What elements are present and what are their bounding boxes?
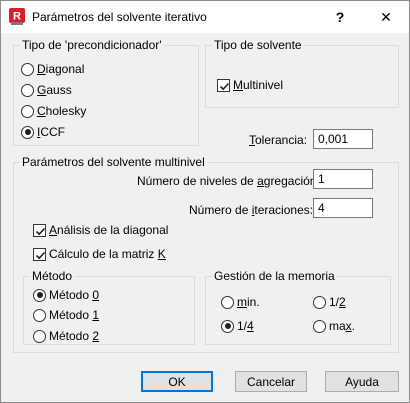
tolerancia-input[interactable]: 0,001: [313, 129, 373, 149]
metodo-legend: Método: [32, 269, 73, 283]
metodo-radio-2[interactable]: Método 2: [33, 329, 99, 343]
help-title-button[interactable]: ?: [317, 1, 363, 33]
precond-label-iccf: ICCF: [37, 125, 66, 139]
analisis-checkbox[interactable]: Análisis de la diagonal: [33, 223, 168, 237]
niveles-label: Número de niveles de agregación:: [137, 174, 320, 188]
dialog-window: R Parámetros del solvente iterativo ? ✕ …: [0, 0, 410, 403]
metodo-label-0: Método 0: [49, 288, 100, 302]
analisis-label: Análisis de la diagonal: [49, 223, 169, 237]
checkmark-icon: [35, 227, 46, 235]
memoria-radio-quarter[interactable]: 1/4: [221, 319, 254, 333]
metodo-label-2: Método 2: [49, 329, 100, 343]
multinivel-label: Multinivel: [233, 78, 284, 92]
memoria-radio-max[interactable]: max.: [313, 319, 355, 333]
memoria-label-quarter: 1/4: [237, 319, 254, 333]
metodo-radio-0[interactable]: Método 0: [33, 288, 99, 302]
precond-radio-iccf[interactable]: ICCF: [21, 125, 65, 139]
precond-label-gauss: Gauss: [37, 83, 72, 97]
multinivel-checkbox[interactable]: Multinivel: [217, 78, 283, 92]
radio-indicator: [33, 308, 46, 322]
radio-indicator: [21, 104, 34, 118]
checkbox-indicator: [33, 223, 46, 237]
solver-type-legend: Tipo de solvente: [214, 38, 302, 52]
solver-type-group: Tipo de solvente: [205, 38, 399, 108]
precond-label-diagonal: Diagonal: [37, 62, 85, 76]
close-button[interactable]: ✕: [363, 1, 409, 33]
niveles-input[interactable]: 1: [313, 169, 373, 189]
title-bar: R Parámetros del solvente iterativo ? ✕: [1, 1, 409, 33]
metodo-radio-1[interactable]: Método 1: [33, 308, 99, 322]
cancel-button[interactable]: Cancelar: [235, 371, 307, 392]
memoria-radio-half[interactable]: 1/2: [313, 295, 346, 309]
tolerancia-label: Tolerancia:: [249, 133, 308, 147]
calculo-checkbox[interactable]: Cálculo de la matriz K: [33, 247, 166, 261]
checkbox-indicator: [217, 78, 230, 92]
iteraciones-input[interactable]: 4: [313, 198, 373, 218]
precond-radio-cholesky[interactable]: Cholesky: [21, 104, 86, 118]
help-button[interactable]: Ayuda: [325, 371, 399, 392]
radio-indicator: [313, 319, 326, 333]
metodo-label-1: Método 1: [49, 308, 100, 322]
multinivel-params-legend: Parámetros del solvente multinivel: [22, 155, 205, 169]
radio-indicator: [33, 329, 46, 343]
radio-indicator-selected: [33, 288, 46, 302]
radio-indicator: [221, 295, 234, 309]
iteraciones-label: Número de iteraciones:: [189, 203, 314, 217]
memoria-label-half: 1/2: [329, 295, 346, 309]
radio-indicator-selected: [21, 125, 34, 139]
memoria-radio-min[interactable]: min.: [221, 295, 260, 309]
precond-radio-diagonal[interactable]: Diagonal: [21, 62, 84, 76]
memoria-legend: Gestión de la memoria: [214, 269, 335, 283]
memoria-label-min: min.: [237, 295, 260, 309]
radio-indicator-selected: [221, 319, 234, 333]
precond-legend: Tipo de 'precondicionador': [22, 38, 162, 52]
ok-button[interactable]: OK: [141, 371, 213, 392]
app-icon-letter: R: [13, 11, 21, 23]
checkmark-icon: [219, 82, 230, 90]
window-title: Parámetros del solvente iterativo: [32, 10, 207, 24]
app-icon: R: [9, 8, 25, 25]
radio-indicator: [313, 295, 326, 309]
precond-radio-gauss[interactable]: Gauss: [21, 83, 72, 97]
calculo-label: Cálculo de la matriz K: [49, 247, 166, 261]
precond-label-cholesky: Cholesky: [37, 104, 87, 118]
radio-indicator: [21, 83, 34, 97]
checkbox-indicator: [33, 247, 46, 261]
checkmark-icon: [35, 251, 46, 259]
memoria-label-max: max.: [329, 319, 356, 333]
radio-indicator: [21, 62, 34, 76]
